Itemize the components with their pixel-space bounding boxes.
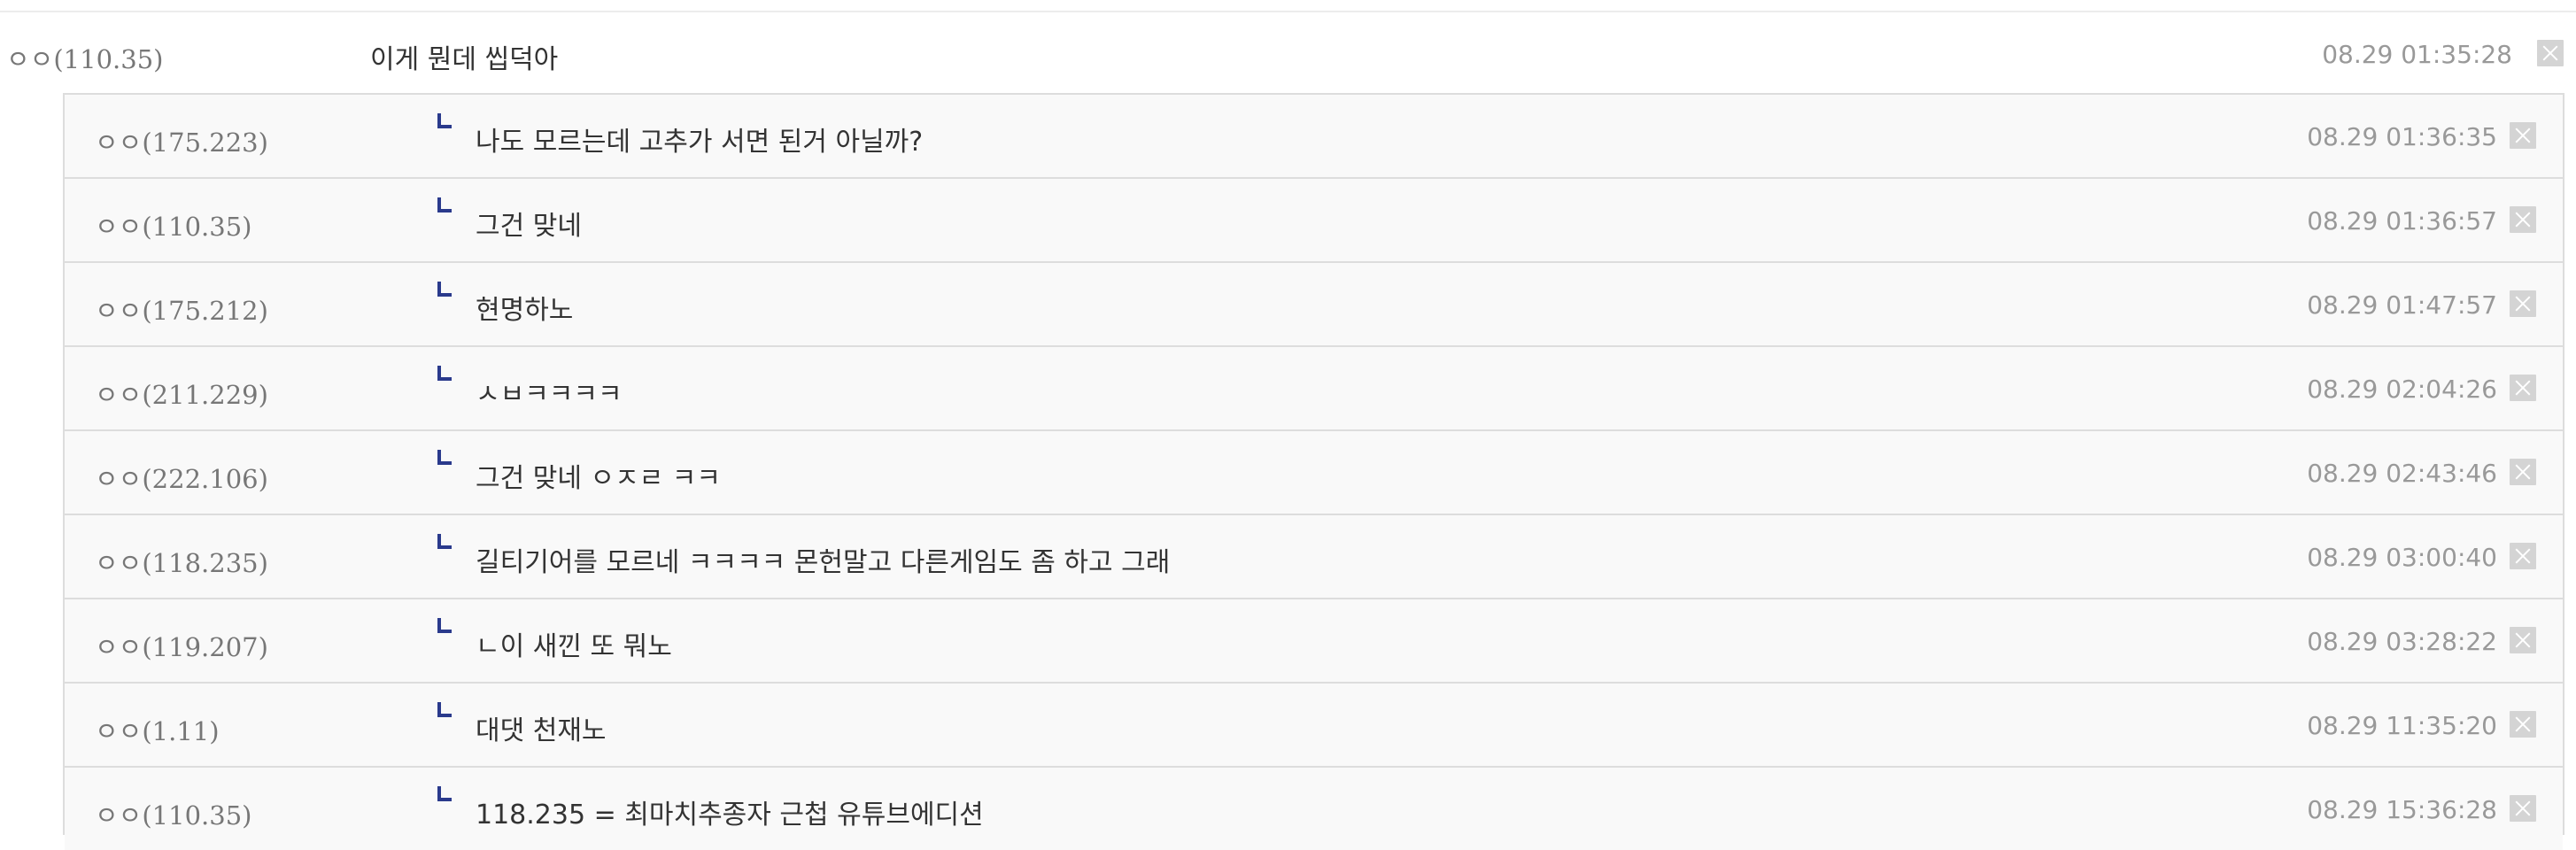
reply-nickname[interactable]: ㅇㅇ(119.207) [95,627,268,664]
reply-row: ㅇㅇ(110.35) 그건 맞네 08.29 01:36:57 [65,179,2563,263]
reply-text: 118.235 = 최마치추종자 근첩 유튜브에디션 [476,800,984,831]
reply-date: 08.29 03:00:40 [2307,543,2497,572]
reply-row: ㅇㅇ(211.229) ㅅㅂㅋㅋㅋㅋ 08.29 02:04:26 [65,347,2563,431]
reply-date: 08.29 01:47:57 [2307,290,2497,320]
reply-row: ㅇㅇ(1.11) 대댓 천재노 08.29 11:35:20 [65,684,2563,768]
reply-text: 나도 모르는데 고추가 서면 된거 아닐까? [476,127,924,158]
reply-arrow-icon [437,366,452,381]
reply-arrow-icon [437,786,452,801]
reply-nickname[interactable]: ㅇㅇ(222.106) [95,459,268,496]
reply-row: ㅇㅇ(222.106) 그건 맞네 ㅇㅈㄹ ㅋㅋ 08.29 02:43:46 [65,431,2563,515]
reply-arrow-icon [437,534,452,549]
reply-row: ㅇㅇ(110.35) 118.235 = 최마치추종자 근첩 유튜브에디션 08… [65,768,2563,850]
reply-row: ㅇㅇ(175.223) 나도 모르는데 고추가 서면 된거 아닐까? 08.29… [65,95,2563,179]
comment-row: ㅇㅇ(110.35) 이게 뭔데 씹덕아 08.29 01:35:28 [0,12,2576,93]
delete-reply-button[interactable] [2510,627,2536,653]
delete-reply-button[interactable] [2510,122,2536,149]
reply-nickname[interactable]: ㅇㅇ(1.11) [95,711,220,748]
reply-text: ㅅㅂㅋㅋㅋㅋ [476,379,623,410]
reply-text: 그건 맞네 [476,211,582,242]
delete-reply-button[interactable] [2510,543,2536,569]
reply-text: 대댓 천재노 [476,715,607,746]
reply-date: 08.29 11:35:20 [2307,711,2497,740]
reply-date: 08.29 15:36:28 [2307,795,2497,824]
reply-text: 길티기어를 모르네 ㅋㅋㅋㅋ 몬헌말고 다른게임도 좀 하고 그래 [476,547,1171,578]
reply-date: 08.29 01:36:57 [2307,206,2497,236]
reply-nickname[interactable]: ㅇㅇ(211.229) [95,375,268,412]
delete-reply-button[interactable] [2510,290,2536,317]
reply-list: ㅇㅇ(175.223) 나도 모르는데 고추가 서면 된거 아닐까? 08.29… [63,93,2564,850]
reply-nickname[interactable]: ㅇㅇ(110.35) [95,795,251,832]
reply-arrow-icon [437,113,452,128]
reply-date: 08.29 03:28:22 [2307,627,2497,656]
delete-reply-button[interactable] [2510,711,2536,738]
delete-comment-button[interactable] [2537,40,2564,66]
reply-row: ㅇㅇ(175.212) 현명하노 08.29 01:47:57 [65,263,2563,347]
reply-arrow-icon [437,702,452,717]
reply-nickname[interactable]: ㅇㅇ(175.212) [95,290,268,328]
reply-date: 08.29 02:43:46 [2307,459,2497,488]
delete-reply-button[interactable] [2510,206,2536,233]
comment-nickname[interactable]: ㅇㅇ(110.35) [6,39,163,76]
comment-thread: ㅇㅇ(110.35) 이게 뭔데 씹덕아 08.29 01:35:28 ㅇㅇ(1… [0,0,2576,850]
delete-reply-button[interactable] [2510,795,2536,822]
reply-nickname[interactable]: ㅇㅇ(175.223) [95,122,268,159]
reply-nickname[interactable]: ㅇㅇ(118.235) [95,543,268,580]
delete-reply-button[interactable] [2510,375,2536,401]
comment-date: 08.29 01:35:28 [2322,40,2512,69]
reply-text: 그건 맞네 ㅇㅈㄹ ㅋㅋ [476,463,722,494]
reply-nickname[interactable]: ㅇㅇ(110.35) [95,206,251,243]
reply-arrow-icon [437,618,452,633]
delete-reply-button[interactable] [2510,459,2536,485]
reply-row: ㅇㅇ(119.207) ㄴ이 새낀 또 뭐노 08.29 03:28:22 [65,599,2563,684]
comment-text: 이게 뭔데 씹덕아 [370,44,559,75]
reply-text: 현명하노 [476,295,574,326]
reply-date: 08.29 02:04:26 [2307,375,2497,404]
reply-text: ㄴ이 새낀 또 뭐노 [476,631,672,662]
reply-arrow-icon [437,197,452,212]
reply-row: ㅇㅇ(118.235) 길티기어를 모르네 ㅋㅋㅋㅋ 몬헌말고 다른게임도 좀 … [65,515,2563,599]
reply-arrow-icon [437,450,452,465]
reply-arrow-icon [437,282,452,297]
reply-date: 08.29 01:36:35 [2307,122,2497,151]
